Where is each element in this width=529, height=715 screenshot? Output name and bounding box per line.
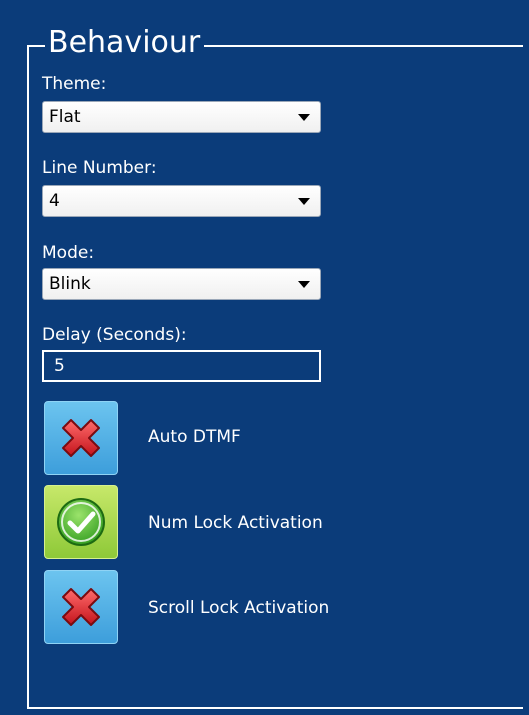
num-lock-activation-toggle[interactable] (44, 485, 118, 559)
theme-dropdown[interactable]: Flat (42, 101, 321, 133)
red-x-icon (62, 588, 100, 626)
chevron-down-icon (298, 198, 310, 205)
delay-input[interactable]: 5 (42, 350, 321, 382)
red-x-icon (62, 419, 100, 457)
mode-dropdown[interactable]: Blink (42, 268, 321, 300)
auto-dtmf-label: Auto DTMF (148, 427, 241, 447)
delay-label: Delay (Seconds): (42, 325, 187, 345)
chevron-down-icon (298, 281, 310, 288)
mode-dropdown-value: Blink (49, 274, 91, 294)
chevron-down-icon (298, 114, 310, 121)
green-check-icon (57, 498, 105, 546)
theme-label: Theme: (42, 74, 107, 94)
scroll-lock-activation-label: Scroll Lock Activation (148, 598, 330, 618)
num-lock-activation-label: Num Lock Activation (148, 513, 323, 533)
line-number-label: Line Number: (42, 158, 157, 178)
auto-dtmf-toggle[interactable] (44, 401, 118, 475)
scroll-lock-activation-toggle[interactable] (44, 570, 118, 644)
behaviour-group-title: Behaviour (45, 23, 205, 63)
line-number-dropdown-value: 4 (49, 191, 60, 211)
line-number-dropdown[interactable]: 4 (42, 185, 321, 217)
behaviour-panel: Behaviour Theme: Flat Line Number: 4 Mod… (0, 0, 529, 715)
theme-dropdown-value: Flat (49, 107, 81, 127)
mode-label: Mode: (42, 243, 95, 263)
